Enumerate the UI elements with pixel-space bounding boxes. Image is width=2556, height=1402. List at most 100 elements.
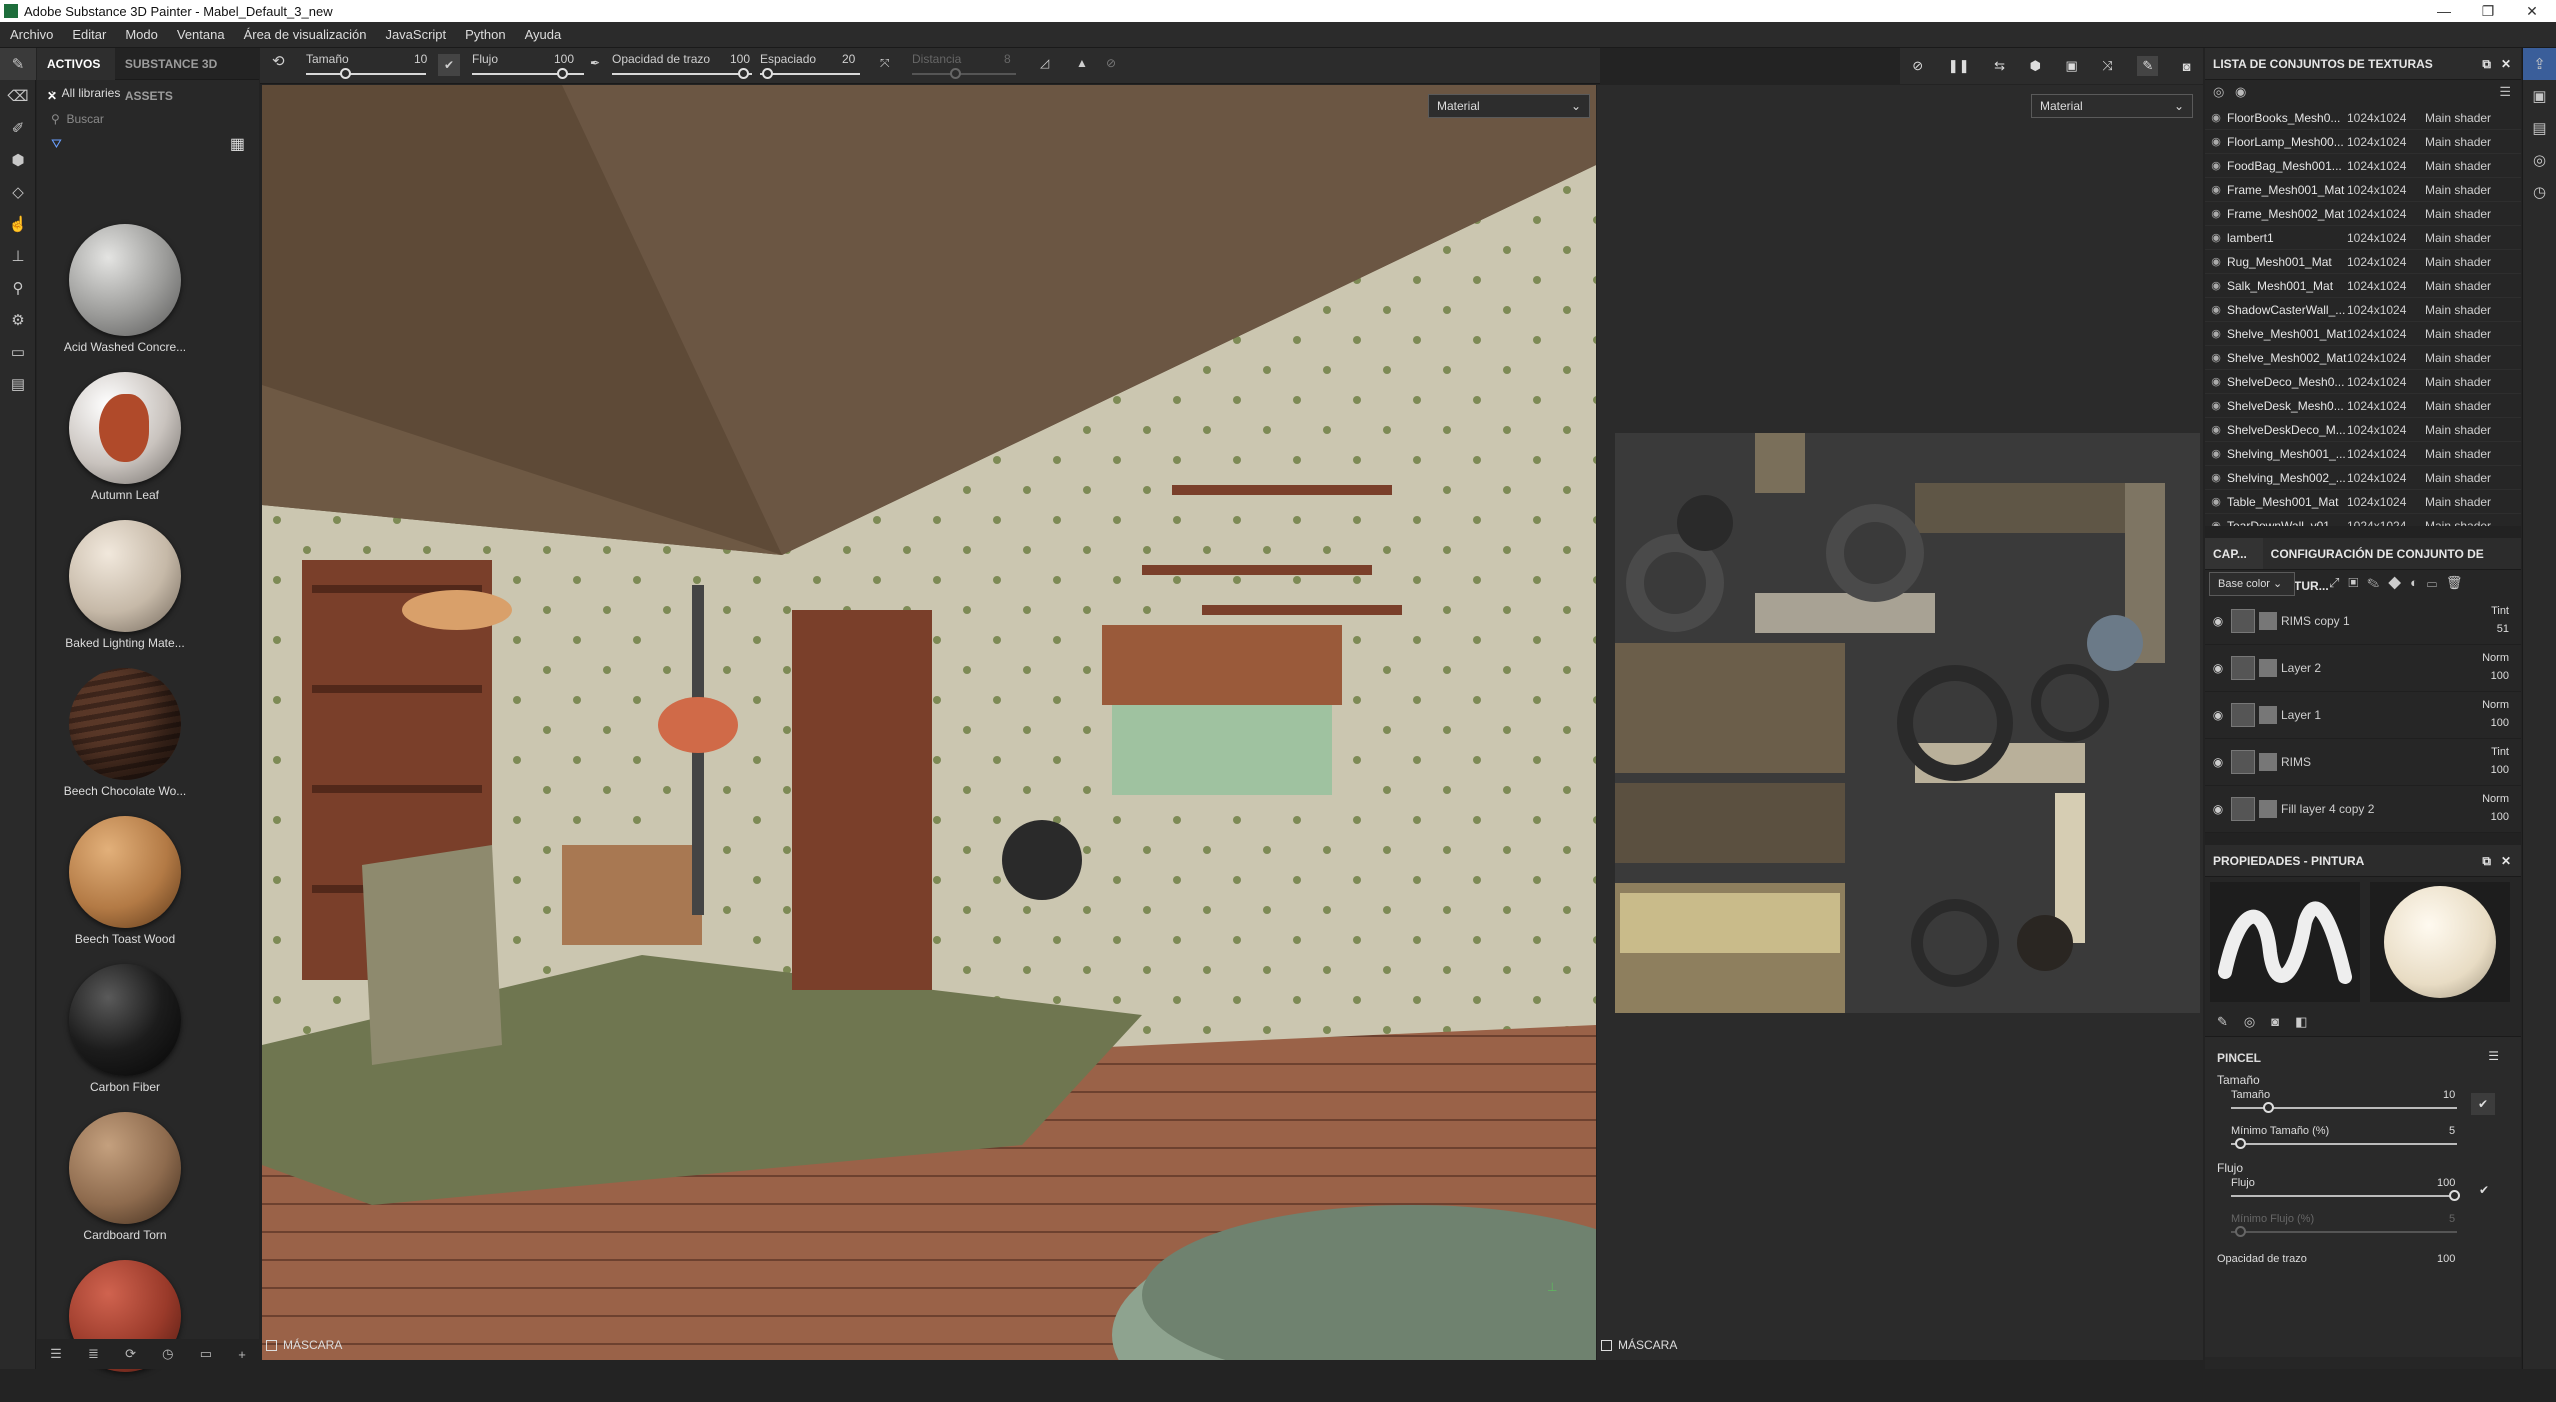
- paint-brush-icon[interactable]: ✎: [0, 48, 36, 80]
- material-item[interactable]: [47, 1254, 203, 1402]
- menu-editar[interactable]: Editar: [72, 27, 106, 42]
- texture-set-shader[interactable]: Main shader: [2425, 375, 2491, 389]
- eye-icon[interactable]: ◉: [2235, 84, 2246, 100]
- hide-ui-icon[interactable]: ⊘: [1912, 58, 1923, 74]
- eye-icon[interactable]: ◉: [2205, 423, 2227, 436]
- texture-set-row[interactable]: ◉ Shelving_Mesh002_... 1024x1024 Main shade…: [2205, 466, 2521, 490]
- filter-icon[interactable]: ⛛: [51, 136, 62, 152]
- eye-icon[interactable]: ◉: [2205, 661, 2231, 675]
- eye-icon[interactable]: ◉: [2205, 279, 2227, 292]
- texture-set-row[interactable]: ◉ Salk_Mesh001_Mat 1024x1024 Main shader: [2205, 274, 2521, 298]
- material-mode-dropdown-3d[interactable]: Material ⌄: [1428, 94, 1590, 118]
- menu-modo[interactable]: Modo: [125, 27, 158, 42]
- tab-layers[interactable]: CAP... ✕: [2205, 538, 2263, 593]
- min-size-slider[interactable]: [2231, 1143, 2457, 1145]
- texture-set-row[interactable]: ◉ FloorBooks_Mesh0... 1024x1024 Main shader: [2205, 106, 2521, 130]
- flow-slider-knob[interactable]: [2449, 1190, 2460, 1201]
- tab-texture-set-config[interactable]: CONFIGURACIÓN DE CONJUNTO DE TEXTUR...: [2263, 538, 2521, 593]
- layer-actions-icons[interactable]: ⤢▣✎◆◐▭🗑: [2329, 575, 2471, 591]
- spacing-value[interactable]: 20: [842, 52, 855, 66]
- eye-icon[interactable]: ◉: [2205, 495, 2227, 508]
- screenshot-icon[interactable]: ◙: [2183, 59, 2191, 74]
- eye-icon[interactable]: ◉: [2205, 399, 2227, 412]
- minimize-icon[interactable]: —: [2422, 0, 2466, 22]
- spacing-slider-track[interactable]: [760, 73, 860, 75]
- brush-preset-icon[interactable]: ⟲: [272, 52, 285, 70]
- menu-ventana[interactable]: Ventana: [177, 27, 225, 42]
- transform-icon[interactable]: ⤨: [2102, 58, 2112, 74]
- material-tab-icon[interactable]: ◧: [2295, 1014, 2307, 1030]
- list-view-icon[interactable]: ☰: [50, 1346, 62, 1362]
- display-settings-icon[interactable]: ▣: [2523, 80, 2556, 112]
- ruler-icon[interactable]: ▭: [0, 336, 36, 368]
- layer-blend-mode[interactable]: Tint: [2491, 743, 2509, 761]
- eye-icon[interactable]: ◉: [2205, 207, 2227, 220]
- eye-icon[interactable]: ◉: [2205, 614, 2231, 628]
- flow-slider-knob[interactable]: [557, 68, 568, 79]
- menu-ayuda[interactable]: Ayuda: [525, 27, 562, 42]
- layer-opacity[interactable]: 100: [2491, 761, 2509, 779]
- texture-set-shader[interactable]: Main shader: [2425, 423, 2491, 437]
- stroke-opacity-value[interactable]: 100: [2437, 1253, 2455, 1265]
- history-icon[interactable]: ◷: [2523, 176, 2556, 208]
- material-item[interactable]: Cardboard Torn: [47, 1106, 203, 1254]
- material-item[interactable]: Carbon Fiber: [47, 958, 203, 1106]
- texture-set-shader[interactable]: Main shader: [2425, 351, 2491, 365]
- min-size-value[interactable]: 5: [2449, 1125, 2455, 1137]
- texture-set-row[interactable]: ◉ Frame_Mesh002_Mat 1024x1024 Main shader: [2205, 202, 2521, 226]
- tab-activos[interactable]: ACTIVOS ✕: [37, 47, 115, 103]
- bake-icon[interactable]: ⚙: [0, 304, 36, 336]
- eye-icon[interactable]: ◉: [2205, 519, 2227, 526]
- close-panel-icon[interactable]: ✕: [2501, 845, 2511, 877]
- stencil-tab-icon[interactable]: ◙: [2271, 1014, 2279, 1029]
- polygon-fill-icon[interactable]: ◇: [0, 176, 36, 208]
- eye-icon[interactable]: ◉: [2205, 135, 2227, 148]
- texture-set-shader[interactable]: Main shader: [2425, 231, 2491, 245]
- eye-icon[interactable]: ◉: [2205, 802, 2231, 816]
- texture-set-row[interactable]: ◉ ShadowCasterWall_... 1024x1024 Main shade…: [2205, 298, 2521, 322]
- material-mode-dropdown-2d[interactable]: Material ⌄: [2031, 94, 2193, 118]
- maximize-icon[interactable]: ❐: [2466, 0, 2510, 22]
- size-value[interactable]: 10: [2443, 1089, 2455, 1101]
- float-panel-icon[interactable]: ⧉: [2482, 48, 2491, 80]
- texture-set-row[interactable]: ◉ ShelveDeco_Mesh0... 1024x1024 Main shader: [2205, 370, 2521, 394]
- eye-icon[interactable]: ◉: [2205, 327, 2227, 340]
- size-slider-knob[interactable]: [2263, 1102, 2274, 1113]
- clear-icon[interactable]: ⊘: [1106, 56, 1116, 70]
- layer-row[interactable]: ◉ Layer 2 Norm 100: [2205, 645, 2521, 692]
- layer-row[interactable]: ◉ RIMS Tint 100: [2205, 739, 2521, 786]
- log-icon[interactable]: ▤: [2523, 112, 2556, 144]
- preset-menu-icon[interactable]: ☰: [2488, 1049, 2499, 1063]
- texture-set-row[interactable]: ◉ FoodBag_Mesh001... 1024x1024 Main shader: [2205, 154, 2521, 178]
- texture-set-row[interactable]: ◉ Frame_Mesh001_Mat 1024x1024 Main shader: [2205, 178, 2521, 202]
- eye-icon[interactable]: ◉: [2205, 471, 2227, 484]
- channel-dropdown[interactable]: Base color ⌄: [2209, 572, 2295, 596]
- texture-set-row[interactable]: ◉ Shelve_Mesh002_Mat 1024x1024 Main shader: [2205, 346, 2521, 370]
- pen-icon[interactable]: ✒: [590, 56, 600, 70]
- camera-icon[interactable]: ▣: [2066, 58, 2078, 74]
- shader-settings-icon[interactable]: ◎: [2523, 144, 2556, 176]
- texture-set-row[interactable]: ◉ FloorLamp_Mesh00... 1024x1024 Main shader: [2205, 130, 2521, 154]
- spacing-slider-knob[interactable]: [762, 68, 773, 79]
- texture-set-row[interactable]: ◉ ShelveDesk_Mesh0... 1024x1024 Main shader: [2205, 394, 2521, 418]
- close-panel-icon[interactable]: ✕: [2501, 48, 2511, 80]
- texture-set-shader[interactable]: Main shader: [2425, 447, 2491, 461]
- split-view-icon[interactable]: ⇆: [1994, 58, 2005, 74]
- min-size-slider-knob[interactable]: [2235, 1138, 2246, 1149]
- color-picker-icon[interactable]: ⚲: [0, 272, 36, 304]
- menu-python[interactable]: Python: [465, 27, 505, 42]
- settings-menu-icon[interactable]: ☰: [2499, 84, 2511, 100]
- eye-icon[interactable]: ◉: [2205, 111, 2227, 124]
- texture-set-row[interactable]: ◉ ShelveDeskDeco_M... 1024x1024 Main shader: [2205, 418, 2521, 442]
- layer-blend-mode[interactable]: Norm: [2482, 790, 2509, 808]
- layer-blend-mode[interactable]: Norm: [2482, 649, 2509, 667]
- alpha-tab-icon[interactable]: ◎: [2244, 1014, 2255, 1030]
- texture-set-row[interactable]: ◉ lambert1 1024x1024 Main shader: [2205, 226, 2521, 250]
- eye-icon[interactable]: ◉: [2205, 755, 2231, 769]
- layer-opacity[interactable]: 51: [2491, 620, 2509, 638]
- texture-set-row[interactable]: ◉ Rug_Mesh001_Mat 1024x1024 Main shader: [2205, 250, 2521, 274]
- texture-set-row[interactable]: ◉ TearDownWall_v01... 1024x1024 Main shader: [2205, 514, 2521, 527]
- smudge-icon[interactable]: ☝: [0, 208, 36, 240]
- layer-row[interactable]: ◉ RIMS copy 1 Tint 51: [2205, 598, 2521, 645]
- mirror-icon[interactable]: ▲: [1076, 56, 1088, 70]
